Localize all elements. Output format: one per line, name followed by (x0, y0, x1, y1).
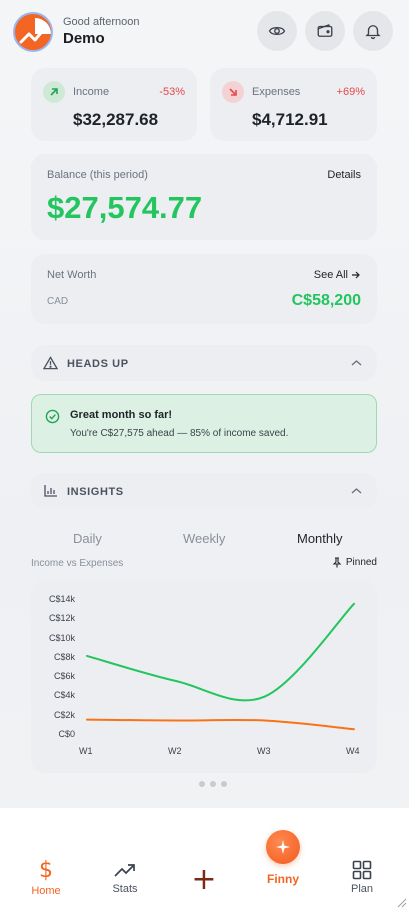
insights-title: INSIGHTS (67, 486, 124, 498)
app-logo (13, 12, 53, 52)
chart-caption: Income vs Expenses (31, 558, 124, 569)
chart-plot (86, 602, 355, 731)
grid-icon (352, 860, 372, 880)
tab-weekly[interactable]: Weekly (183, 531, 225, 546)
pinned-toggle[interactable]: Pinned (332, 557, 377, 568)
currency-code: CAD (47, 296, 69, 307)
check-circle-icon (45, 409, 60, 424)
balance-amount: $27,574.77 (47, 190, 203, 225)
nav-finny[interactable]: Finny (257, 830, 309, 886)
nav-finny-label: Finny (267, 872, 299, 886)
bell-icon (365, 25, 381, 40)
nav-plan-label: Plan (350, 883, 374, 895)
add-transaction-button[interactable]: + (190, 862, 218, 897)
chevron-up-icon (351, 488, 362, 494)
income-expenses-chart: C$0 C$2k C$4k C$6k C$8k C$10k C$12k C$14k W1 W2 W… (31, 580, 377, 773)
income-change: -53% (159, 86, 185, 98)
finny-avatar (266, 830, 300, 864)
alert-title: Great month so far! (70, 409, 173, 421)
expenses-card[interactable]: Expenses +69% $4,712.91 (210, 68, 377, 141)
carousel-pagination (199, 781, 227, 787)
tab-monthly[interactable]: Monthly (297, 531, 343, 546)
user-name: Demo (63, 30, 105, 47)
arrow-down-right-icon (222, 81, 244, 103)
pin-icon (332, 557, 342, 568)
sparkles-icon (276, 840, 290, 854)
nav-home-label: Home (31, 885, 61, 897)
alert-text: You're C$27,575 ahead — 85% of income sa… (70, 428, 289, 439)
resize-handle-icon (397, 898, 407, 908)
income-card[interactable]: Income -53% $32,287.68 (31, 68, 197, 141)
arrow-right-icon (352, 271, 360, 279)
pagination-dot[interactable] (199, 781, 205, 787)
bottom-navigation: $ Home Stats + Finny Plan (0, 808, 409, 910)
details-link[interactable]: Details (327, 169, 361, 181)
heads-up-alert: Great month so far! You're C$27,575 ahea… (31, 394, 377, 453)
balance-label: Balance (this period) (47, 169, 148, 181)
pinned-label: Pinned (345, 557, 377, 568)
greeting-text: Good afternoon (63, 16, 140, 28)
nav-stats[interactable]: Stats (103, 862, 147, 895)
trending-up-icon (114, 864, 135, 877)
expenses-amount: $4,712.91 (252, 110, 328, 129)
eye-icon (268, 26, 286, 36)
pagination-dot[interactable] (221, 781, 227, 787)
x-axis-tick-label: W1 (79, 746, 93, 756)
nav-plan[interactable]: Plan (340, 860, 384, 895)
nav-stats-label: Stats (112, 883, 138, 895)
nav-home[interactable]: $ Home (24, 858, 68, 898)
income-label: Income (73, 86, 110, 98)
heads-up-title: HEADS UP (67, 358, 129, 370)
toggle-visibility-button[interactable] (257, 11, 297, 51)
warning-icon (43, 356, 58, 370)
x-axis-tick-label: W3 (257, 746, 271, 756)
app-header: Good afternoon Demo (0, 0, 409, 64)
series-line-orange (86, 718, 355, 731)
expenses-label: Expenses (252, 86, 301, 98)
bar-chart-icon (44, 485, 57, 497)
see-all-link[interactable]: See All (314, 269, 361, 281)
net-worth-label: Net Worth (47, 269, 97, 281)
pagination-dot[interactable] (210, 781, 216, 787)
x-axis-tick-label: W4 (346, 746, 360, 756)
income-amount: $32,287.68 (73, 110, 159, 129)
arrow-up-right-icon (43, 81, 65, 103)
net-worth-amount: C$58,200 (291, 292, 361, 309)
dollar-icon: $ (39, 858, 53, 883)
series-line-green (86, 602, 355, 702)
net-worth-card[interactable]: Net Worth See All CAD C$58,200 (31, 254, 377, 324)
plus-icon: + (191, 862, 217, 897)
chevron-up-icon (351, 360, 362, 366)
tab-daily[interactable]: Daily (73, 531, 102, 546)
wallet-icon (317, 24, 333, 37)
expenses-change: +69% (336, 86, 365, 98)
wallet-button[interactable] (305, 11, 345, 51)
x-axis-tick-label: W2 (168, 746, 182, 756)
notifications-button[interactable] (353, 11, 393, 51)
see-all-label: See All (313, 269, 348, 281)
insights-section-header[interactable]: INSIGHTS (31, 473, 377, 509)
heads-up-section-header[interactable]: HEADS UP (31, 345, 377, 381)
balance-card: Balance (this period) Details $27,574.77 (31, 154, 377, 240)
